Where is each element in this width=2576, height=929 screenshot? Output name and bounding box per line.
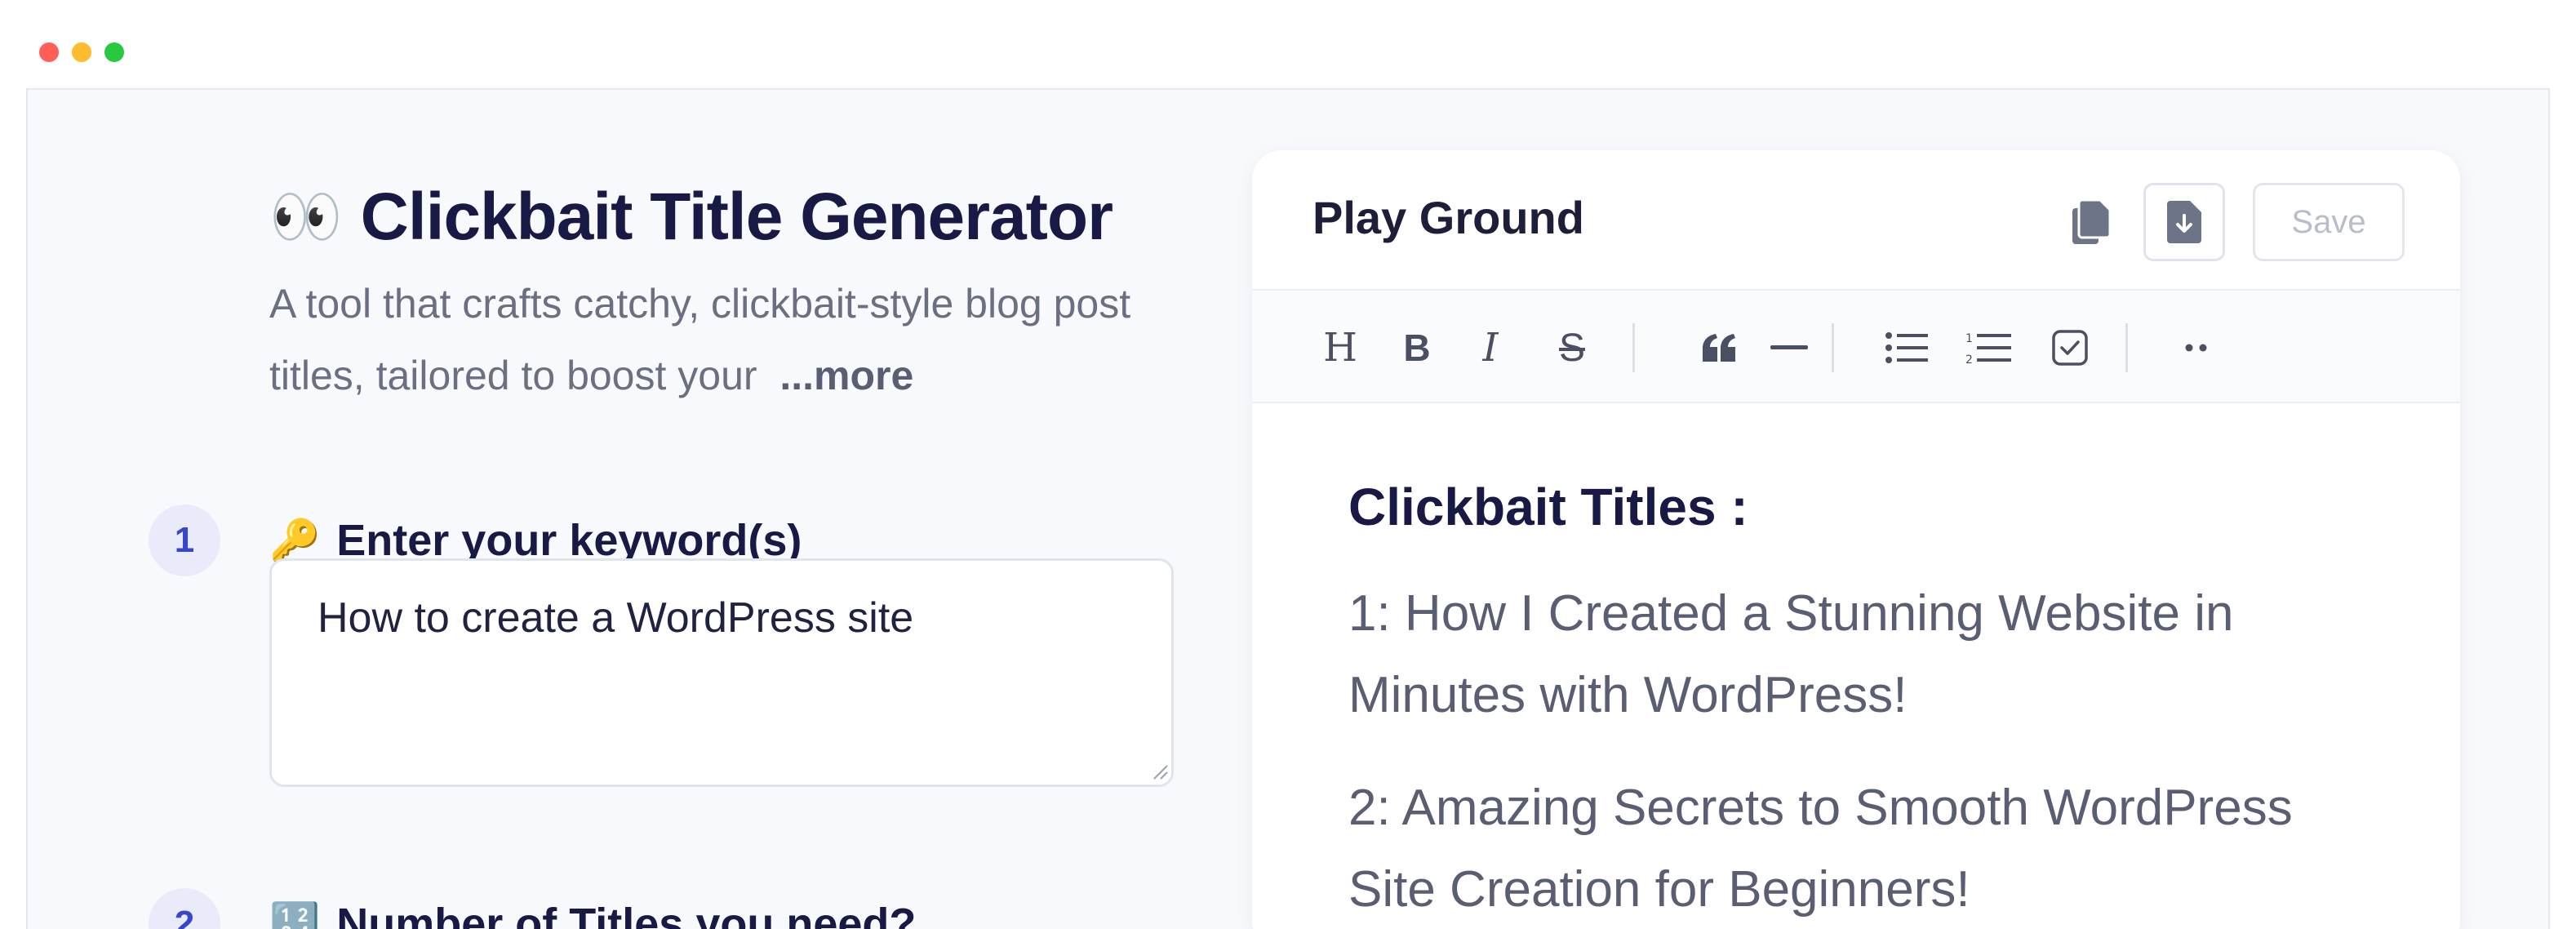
page-title-text: Clickbait Title Generator xyxy=(360,180,1113,254)
numbered-list-icon: 1 2 xyxy=(1965,332,2011,365)
resize-handle-icon[interactable] xyxy=(1151,762,1169,780)
toolbar-divider xyxy=(1632,323,1635,372)
strikethrough-button[interactable]: S xyxy=(1543,318,1601,377)
numbers-icon: 🔢 xyxy=(269,901,321,929)
playground-header: Play Ground Save xyxy=(1252,150,2460,291)
bullet-list-icon xyxy=(1885,332,1928,363)
toolbar-divider xyxy=(1832,323,1834,372)
more-link[interactable]: ...more xyxy=(779,353,913,398)
copy-button[interactable] xyxy=(2065,193,2117,251)
horizontal-rule-icon xyxy=(1770,345,1808,349)
generated-title: 1: How I Created a Stunning Website in M… xyxy=(1348,585,2234,723)
heading-button[interactable]: H xyxy=(1311,318,1370,377)
toolbar-divider xyxy=(2125,323,2128,372)
task-list-button[interactable] xyxy=(2041,318,2099,377)
editor-content[interactable]: Clickbait Titles : 1: How I Created a St… xyxy=(1348,477,2393,929)
download-file-icon xyxy=(2167,201,2201,243)
bold-button[interactable]: B xyxy=(1388,318,1446,377)
strikethrough-icon: S xyxy=(1558,326,1585,370)
page-title: 👀 Clickbait Title Generator xyxy=(269,168,1113,266)
svg-text:2: 2 xyxy=(1965,353,1973,365)
close-window-button[interactable] xyxy=(39,42,59,62)
generated-title: 2: Amazing Secrets to Smooth WordPress S… xyxy=(1348,780,2293,918)
bold-icon: B xyxy=(1403,327,1431,369)
result-heading: Clickbait Titles : xyxy=(1348,478,1748,536)
window-chrome xyxy=(0,0,2576,88)
maximize-window-button[interactable] xyxy=(104,42,124,62)
editor-toolbar: H B I S 1 2 xyxy=(1252,291,2460,403)
eyes-icon: 👀 xyxy=(269,184,343,250)
download-button[interactable] xyxy=(2143,183,2225,261)
tool-form-panel: 👀 Clickbait Title Generator A tool that … xyxy=(119,90,1180,929)
italic-button[interactable]: I xyxy=(1461,318,1520,377)
playground-card: Play Ground Save H B I S 1 2 Clickbait T… xyxy=(1252,150,2460,929)
key-icon: 🔑 xyxy=(269,518,321,563)
bullet-list-button[interactable] xyxy=(1877,318,1936,377)
italic-icon: I xyxy=(1482,325,1499,371)
app-frame: 👀 Clickbait Title Generator A tool that … xyxy=(26,88,2550,929)
more-options-button[interactable] xyxy=(2168,318,2227,377)
more-dots-icon xyxy=(2185,344,2207,352)
step-title-count: 2 🔢 Number of Titles you need? xyxy=(149,888,916,929)
tool-description-text: A tool that crafts catchy, clickbait-sty… xyxy=(269,281,1131,398)
copy-icon xyxy=(2072,198,2112,244)
quote-icon xyxy=(1703,334,1735,362)
minimize-window-button[interactable] xyxy=(72,42,91,62)
heading-icon: H xyxy=(1323,325,1357,371)
horizontal-rule-button[interactable] xyxy=(1760,318,1819,377)
step-number-badge: 1 xyxy=(149,505,220,576)
keywords-input[interactable]: How to create a WordPress site xyxy=(269,558,1174,787)
svg-text:1: 1 xyxy=(1965,332,1973,345)
save-button[interactable]: Save xyxy=(2253,183,2405,261)
step-label: Number of Titles you need? xyxy=(336,900,917,929)
quote-button[interactable] xyxy=(1690,318,1748,377)
playground-title: Play Ground xyxy=(1312,192,1584,243)
step-number-badge: 2 xyxy=(149,888,220,929)
tool-description: A tool that crafts catchy, clickbait-sty… xyxy=(269,268,1184,411)
checkbox-icon xyxy=(2052,330,2088,366)
numbered-list-button[interactable]: 1 2 xyxy=(1959,318,2018,377)
